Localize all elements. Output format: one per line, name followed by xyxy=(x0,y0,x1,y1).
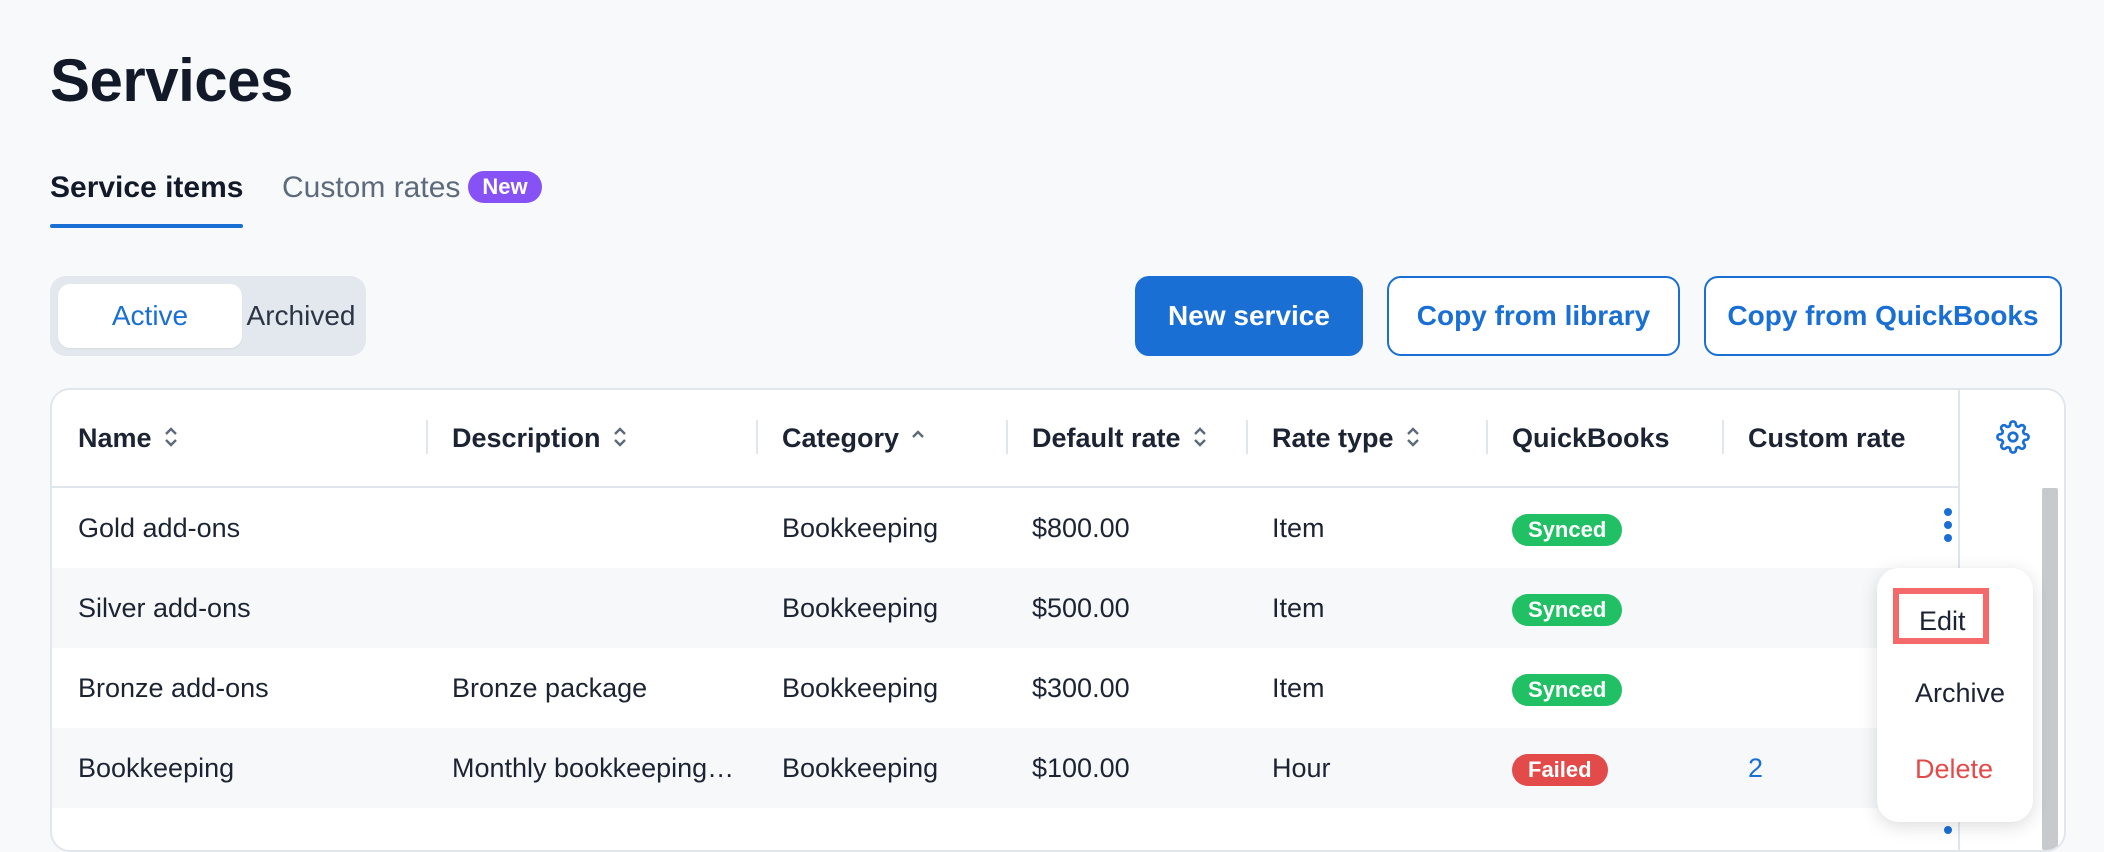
menu-item-delete[interactable]: Delete xyxy=(1915,754,1993,785)
cell-quickbooks: Synced xyxy=(1512,488,1623,568)
cell-name: Bookkeeping xyxy=(78,753,235,783)
gear-icon[interactable] xyxy=(1996,420,2030,459)
column-divider xyxy=(756,420,758,454)
status-toggle: Active Archived xyxy=(50,276,366,356)
column-divider xyxy=(1246,420,1248,454)
column-header-label: Default rate xyxy=(1032,423,1181,453)
scrollbar[interactable] xyxy=(2042,488,2058,850)
status-badge: Synced xyxy=(1512,593,1623,626)
cell-name: Gold add-ons xyxy=(78,513,241,543)
cell-quickbooks: Synced xyxy=(1512,568,1623,648)
column-divider xyxy=(426,420,428,454)
menu-item-archive[interactable]: Archive xyxy=(1915,678,2005,709)
column-divider xyxy=(1006,420,1008,454)
sort-icon xyxy=(164,392,178,488)
status-badge: Synced xyxy=(1512,673,1623,706)
table-row[interactable]: Silver add-ons Bookkeeping $500.00 Item … xyxy=(52,568,1958,648)
cell-rate-type: Hour xyxy=(1272,753,1331,783)
sort-icon xyxy=(613,392,627,488)
column-header-label: Rate type xyxy=(1272,423,1394,453)
cell-quickbooks: Failed xyxy=(1512,728,1608,808)
cell-category: Bookkeeping xyxy=(782,673,939,703)
row-actions-menu: Edit Archive Delete xyxy=(1877,568,2033,822)
column-header-category[interactable]: Category xyxy=(782,390,925,486)
cell-category: Bookkeeping xyxy=(782,753,939,783)
more-vertical-icon[interactable] xyxy=(1944,508,1952,547)
page-title: Services xyxy=(50,47,293,114)
column-header-quickbooks: QuickBooks xyxy=(1512,390,1670,486)
cell-default-rate: $100.00 xyxy=(1032,753,1130,783)
menu-item-edit[interactable]: Edit xyxy=(1893,588,1989,644)
tab-service-items[interactable]: Service items xyxy=(50,166,244,228)
table-row[interactable]: Bookkeeping Monthly bookkeeping… Bookkee… xyxy=(52,728,1958,808)
cell-name: Bronze add-ons xyxy=(78,673,269,703)
cell-custom-rate[interactable]: 2 xyxy=(1748,728,1763,808)
column-header-default-rate[interactable]: Default rate xyxy=(1032,390,1207,486)
column-header-label: Custom rate xyxy=(1748,423,1906,453)
cell-rate-type: Item xyxy=(1272,593,1325,623)
cell-category: Bookkeeping xyxy=(782,513,939,543)
table-row[interactable]: Gold add-ons Bookkeeping $800.00 Item Sy… xyxy=(52,488,1958,568)
new-service-button[interactable]: New service xyxy=(1135,276,1363,356)
tab-custom-rates[interactable]: Custom rates New xyxy=(282,166,542,210)
column-header-label: Name xyxy=(78,423,152,453)
table-row[interactable]: Bronze add-ons Bronze package Bookkeepin… xyxy=(52,648,1958,728)
column-header-label: Category xyxy=(782,423,900,453)
status-badge: Failed xyxy=(1512,753,1608,786)
column-divider xyxy=(1722,420,1724,454)
tab-service-items-label: Service items xyxy=(50,171,244,204)
table-header: Name Description Category Default rate R… xyxy=(52,390,2064,488)
column-header-label: QuickBooks xyxy=(1512,423,1670,453)
cell-quickbooks xyxy=(1512,808,1544,850)
cell-name: Silver add-ons xyxy=(78,593,251,623)
cell-category: Bookkeeping xyxy=(782,593,939,623)
cell-default-rate: $300.00 xyxy=(1032,673,1130,703)
status-badge: Synced xyxy=(1512,513,1623,546)
cell-quickbooks: Synced xyxy=(1512,648,1623,728)
copy-from-quickbooks-button[interactable]: Copy from QuickBooks xyxy=(1704,276,2062,356)
column-header-custom-rate: Custom rate xyxy=(1748,390,1906,486)
tab-active-underline xyxy=(50,224,244,228)
cell-default-rate: $500.00 xyxy=(1032,593,1130,623)
table-row[interactable] xyxy=(52,808,1958,850)
copy-from-library-button[interactable]: Copy from library xyxy=(1387,276,1680,356)
cell-description: Bronze package xyxy=(452,673,648,703)
archived-filter-button[interactable]: Archived xyxy=(242,284,360,348)
sort-icon xyxy=(1193,392,1207,488)
new-badge: New xyxy=(468,171,542,203)
column-divider xyxy=(1486,420,1488,454)
column-header-name[interactable]: Name xyxy=(78,390,178,486)
cell-default-rate: $800.00 xyxy=(1032,513,1130,543)
active-filter-button[interactable]: Active xyxy=(58,284,242,348)
column-header-rate-type[interactable]: Rate type xyxy=(1272,390,1420,486)
cell-description: Monthly bookkeeping… xyxy=(452,753,735,783)
sort-icon xyxy=(1406,392,1420,488)
services-table: Name Description Category Default rate R… xyxy=(50,388,2066,852)
sort-asc-icon xyxy=(911,392,925,488)
column-header-label: Description xyxy=(452,423,601,453)
column-header-description[interactable]: Description xyxy=(452,390,627,486)
more-vertical-icon[interactable] xyxy=(1944,826,1952,839)
cell-rate-type: Item xyxy=(1272,673,1325,703)
cell-rate-type: Item xyxy=(1272,513,1325,543)
tab-custom-rates-label: Custom rates xyxy=(282,171,461,204)
